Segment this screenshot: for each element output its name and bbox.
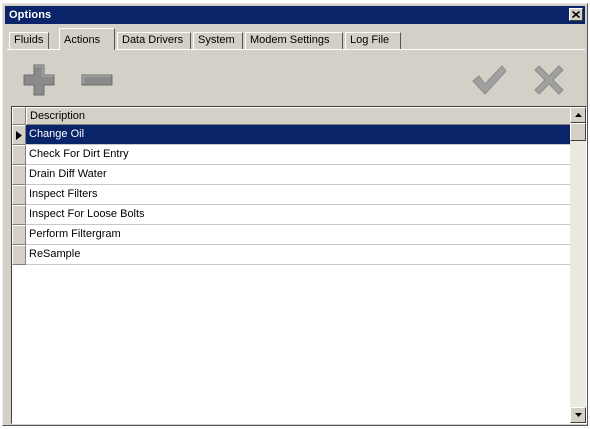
- checkmark-icon: [472, 65, 507, 95]
- table-row[interactable]: Inspect For Loose Bolts: [12, 205, 572, 225]
- scroll-down-arrow-icon: [574, 413, 582, 417]
- table-row[interactable]: Change Oil: [12, 125, 572, 145]
- toolbar: [7, 54, 585, 104]
- x-icon: [534, 65, 564, 95]
- header-corner: [12, 107, 26, 125]
- row-selector[interactable]: [12, 145, 26, 165]
- scroll-down-button[interactable]: [570, 407, 586, 423]
- vertical-scrollbar[interactable]: [570, 107, 586, 423]
- plus-icon: [23, 64, 55, 96]
- current-row-arrow-icon: [16, 130, 22, 140]
- table-row[interactable]: Perform Filtergram: [12, 225, 572, 245]
- tab-system[interactable]: System: [193, 32, 243, 49]
- description-cell[interactable]: Check For Dirt Entry: [26, 145, 572, 164]
- grid-rows: Change Oil Check For Dirt Entry Drain Di…: [12, 125, 572, 265]
- tab-data-drivers[interactable]: Data Drivers: [117, 32, 191, 49]
- row-selector[interactable]: [12, 225, 26, 245]
- tab-log-file[interactable]: Log File: [345, 32, 401, 49]
- description-cell[interactable]: Inspect Filters: [26, 185, 572, 204]
- description-cell[interactable]: ReSample: [26, 245, 572, 264]
- row-selector[interactable]: [12, 185, 26, 205]
- tab-strip: Fluids Actions Data Drivers System Modem…: [7, 28, 585, 50]
- table-row[interactable]: Drain Diff Water: [12, 165, 572, 185]
- tab-actions[interactable]: Actions: [59, 28, 115, 50]
- description-cell[interactable]: Drain Diff Water: [26, 165, 572, 184]
- accept-button[interactable]: [469, 60, 509, 100]
- row-selector[interactable]: [12, 165, 26, 185]
- close-icon: [572, 11, 580, 18]
- tab-fluids[interactable]: Fluids: [9, 32, 49, 49]
- remove-button[interactable]: [77, 60, 117, 100]
- row-selector[interactable]: [12, 125, 26, 145]
- minus-icon: [81, 74, 113, 86]
- description-cell[interactable]: Perform Filtergram: [26, 225, 572, 244]
- scroll-thumb[interactable]: [570, 123, 586, 141]
- window-title: Options: [9, 9, 52, 21]
- column-header-description[interactable]: Description: [26, 107, 572, 125]
- grid-header: Description: [12, 107, 572, 125]
- actions-grid[interactable]: Description Change Oil Check For Dirt En…: [11, 106, 587, 424]
- add-button[interactable]: [19, 60, 59, 100]
- options-window: Options Fluids Actions Data Drivers Syst…: [2, 3, 588, 426]
- description-cell[interactable]: Inspect For Loose Bolts: [26, 205, 572, 224]
- tab-modem-settings[interactable]: Modem Settings: [245, 32, 343, 49]
- scroll-up-button[interactable]: [570, 107, 586, 123]
- description-cell[interactable]: Change Oil: [26, 125, 572, 144]
- scroll-up-arrow-icon: [574, 113, 582, 117]
- title-bar[interactable]: Options: [5, 6, 585, 24]
- table-row[interactable]: ReSample: [12, 245, 572, 265]
- table-row[interactable]: Check For Dirt Entry: [12, 145, 572, 165]
- row-selector[interactable]: [12, 205, 26, 225]
- close-button[interactable]: [569, 8, 583, 21]
- cancel-button[interactable]: [529, 60, 569, 100]
- table-row[interactable]: Inspect Filters: [12, 185, 572, 205]
- row-selector[interactable]: [12, 245, 26, 265]
